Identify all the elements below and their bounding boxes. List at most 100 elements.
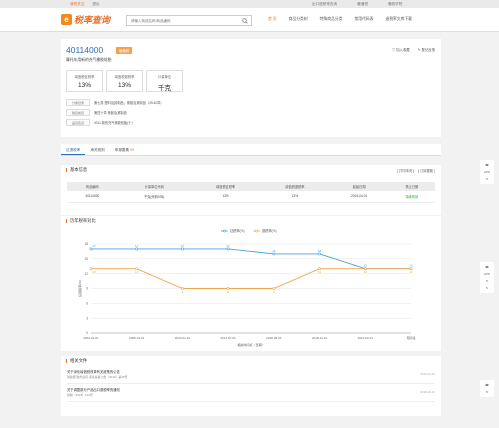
data-label: 17 (135, 244, 139, 248)
data-label: 13 (364, 270, 368, 274)
subscribe-link[interactable]: [ 订阅更新 ] (418, 168, 435, 173)
list-item[interactable]: 关于深化增值税改革有关政策的公告 财政部 税务总局 海关总署公告〔2019〕第3… (67, 369, 435, 384)
x-tick-label: 2005-01-01 (129, 336, 145, 340)
topbar-logout-link[interactable]: 退出 (92, 2, 99, 7)
data-label: 16 (318, 249, 322, 253)
y-tick-label: 0 (86, 331, 88, 335)
list-item[interactable]: 关于调整部分产品出口退税率的通知 财税〔2018〕123号 2018-10-22 (67, 387, 435, 402)
topbar-favorites-link[interactable]: 我的关注 (70, 2, 84, 7)
x-tick-label: 2014-07-01 (220, 336, 236, 340)
nav-special-category[interactable]: 特殊商品分类 (320, 17, 343, 22)
rate-history-chart: 0 3 6 9 12 15 18 2004-01-01 2005-01-01 2013-01-01… (77, 228, 416, 347)
x-tick-label: 2018-11-01 (312, 336, 327, 340)
print-link[interactable]: [ 打印本页 ] (397, 168, 414, 173)
x-tick-label: 2019-04-01 (358, 336, 374, 340)
data-point (89, 247, 93, 251)
section-title: 基本信息 (66, 167, 87, 173)
chat-icon[interactable]: ✉ (486, 390, 489, 394)
search-input[interactable] (127, 16, 237, 25)
feedback-icon[interactable]: ✎ (486, 286, 489, 290)
table-header: 起始日期 (329, 182, 389, 191)
detail-tabs: 征退税率 海关税则 申报要素 99 (61, 144, 441, 156)
logo-icon: e (61, 14, 72, 25)
nav-library-download[interactable]: 退税率文库下载 (385, 17, 412, 22)
basic-info-section: 基本信息 [ 打印本页 ] [ 订阅更新 ] 商品编码 计量单位代码 增值税征税… (61, 165, 441, 215)
table-header: 计量单位代码 (117, 182, 191, 191)
x-tick-label: 2004-01-01 (83, 336, 99, 340)
headset-icon[interactable]: ☎ (485, 265, 489, 269)
topbar-link-0[interactable]: 出口退税率查询 (312, 2, 337, 7)
float-toolbar-bottom: ☎ APP ✉ ✎ (480, 262, 494, 293)
data-label: 17 (226, 244, 230, 248)
data-point (272, 252, 276, 256)
float-toolbar-top: ☎ APP ✉ (480, 160, 494, 184)
data-label: 9 (273, 290, 275, 294)
data-label: 13 (364, 264, 368, 268)
nav-home[interactable]: 首 页 (268, 17, 277, 22)
data-point (181, 247, 184, 251)
info-row: 品目名目 4011 新的充气橡胶轮胎(十) (66, 117, 164, 127)
tab-rates[interactable]: 征退税率 (61, 144, 86, 155)
y-tick-label: 18 (84, 242, 88, 246)
related-files-section: 相关文件 关于深化增值税改革有关政策的公告 财政部 税务总局 海关总署公告〔20… (61, 356, 441, 416)
y-axis-title: 征退税率(%) (77, 280, 82, 297)
data-label: 13 (135, 270, 139, 274)
x-axis-title: 相关时间点（日期） (237, 342, 264, 347)
data-label: 9 (227, 290, 229, 294)
info-row: 税目类目 第四十章 橡胶及其制品 (66, 107, 164, 117)
float-toolbar-footer: ☎ ✉ (480, 380, 494, 397)
y-tick-label: 6 (86, 302, 88, 306)
chat-icon[interactable]: ✉ (486, 279, 489, 283)
data-label: 16 (272, 249, 276, 253)
site-logo[interactable]: e 税率查询 (61, 13, 110, 26)
search-box (126, 15, 252, 26)
vat-levy-rate-box: 增值税征税率 13% (66, 70, 103, 92)
search-icon[interactable] (242, 18, 248, 24)
product-code: 40114000 (66, 45, 104, 55)
data-point (318, 252, 321, 256)
y-tick-label: 3 (86, 316, 88, 320)
tab-declaration-elements[interactable]: 申报要素 99 (110, 144, 139, 155)
legend-label: 退税率(%) (262, 228, 277, 233)
data-label: 17 (92, 244, 96, 248)
feedback-button[interactable]: ✎ 登记反馈 (418, 47, 435, 52)
app-link[interactable]: APP (484, 170, 490, 174)
table-header: 商品编码 (67, 182, 118, 191)
data-point (135, 247, 139, 251)
y-tick-label: 9 (86, 287, 88, 291)
legend-marker (255, 229, 258, 233)
x-tick-label: 现阶段 (406, 335, 415, 340)
nav-category-tree[interactable]: 商品分类树 (289, 17, 308, 22)
rate-boxes: 增值税征税率 13% 增值税退税率 13% 计量单位 千克 (66, 70, 183, 92)
table-header: 禁止日期 (388, 182, 435, 191)
vat-refund-rate-box: 增值税退税率 13% (106, 70, 143, 92)
header: e 税率查询 首 页 商品分类树 特殊商品分类 常用代码表 退税率文库下载 (0, 8, 499, 32)
topbar-link-1[interactable]: 暖通税 (357, 2, 368, 7)
main-nav: 首 页 商品分类树 特殊商品分类 常用代码表 退税率文库下载 (268, 17, 412, 22)
product-badge: 增值税 (116, 47, 133, 54)
app-link[interactable]: APP (484, 272, 490, 276)
unit-box: 计量单位 千克 (146, 70, 183, 92)
headset-icon[interactable]: ☎ (485, 383, 489, 387)
topbar-link-2[interactable]: 暖税学院 (388, 2, 402, 7)
favorite-button[interactable]: ♡ 加入收藏 (392, 47, 410, 52)
headset-icon[interactable]: ☎ (485, 163, 489, 167)
data-label: 13 (409, 264, 413, 268)
table-row: 40114000 千克(代码035) 13% 13% 2019-04-01 持续… (67, 191, 435, 203)
info-row: 分类目录 第七类 塑料及其制品；橡胶及其制品（39-40章） (66, 97, 164, 107)
product-card: 40114000 增值税 摩托车用新的充气橡胶轮胎 ♡ 加入收藏 ✎ 登记反馈 … (61, 39, 441, 137)
rate-history-section: 历年税率对比 0 3 6 9 12 15 18 2004-01-01 2005-01-01 201… (61, 216, 441, 351)
chat-icon[interactable]: ✉ (486, 177, 489, 181)
table-header: 增值税征税率 (190, 182, 261, 191)
data-label: 13 (92, 270, 96, 274)
data-label: 13 (409, 270, 413, 274)
table-header: 增值税退税率 (260, 182, 330, 191)
product-actions: ♡ 加入收藏 ✎ 登记反馈 (392, 47, 435, 52)
data-label: 17 (181, 244, 185, 248)
nav-common-codes[interactable]: 常用代码表 (354, 17, 373, 22)
data-label: 13 (318, 270, 322, 274)
legend-label: 征税率(%) (230, 228, 245, 233)
data-label: 9 (182, 290, 184, 294)
top-bar: 我的关注 退出 出口退税率查询 暖通税 暖税学院 (0, 0, 499, 8)
tab-customs-tariff[interactable]: 海关税则 (85, 144, 109, 155)
